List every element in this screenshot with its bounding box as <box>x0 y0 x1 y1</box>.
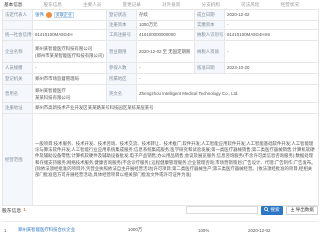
subscribed-amount: 1000万 <box>126 221 196 238</box>
shareholder-section-header: 股东信息 1 搜索 导出数据 <box>2 203 318 217</box>
former-name-key: 曾用名 <box>2 84 33 103</box>
founded-key: 成立日期 <box>194 9 225 21</box>
former-name-line2: 某某科技有限公司 <box>35 94 71 100</box>
tab-key-personnel[interactable]: 主要人员 <box>81 1 121 8</box>
tab-shareholders[interactable]: 股东信息 <box>42 1 82 8</box>
authority-value: 郑州市市场监督管理局 <box>32 73 107 85</box>
empty-key <box>2 20 33 30</box>
business-info-table: 法定代表人 张伟 关联企业 登记状态 存续 成立日期 2020-12-02 注册… <box>2 9 319 206</box>
insured-value: - <box>136 62 195 74</box>
credit-code-value: 91410100MA9G4H <box>32 29 107 41</box>
capital-key: 注册资本 <box>106 20 137 30</box>
tab-investments[interactable]: 对外投资 <box>160 1 200 8</box>
export-button[interactable]: 导出数据 <box>285 205 318 215</box>
info-row: 统一社会信用代码 91410100MA9G4H 工商注册号 4101000000… <box>2 29 319 41</box>
address-value: 郑州市高新技术产业开发区某某路某号科技园区某栋某层某号 <box>32 102 319 114</box>
region-value: - <box>136 73 319 85</box>
legal-rep-key: 法定代表人 <box>2 9 33 21</box>
subscribed-date: 2020-12-02 <box>246 221 318 238</box>
info-row: 注册资本 1000万元 实缴资本 - <box>2 20 319 30</box>
info-row: 法定代表人 张伟 关联企业 登记状态 存续 成立日期 2020-12-02 <box>2 9 319 21</box>
info-row: 经营范围 一般项目:技术服务、技术开发、技术咨询、技术交流、技术转让、技术推广;… <box>2 113 319 206</box>
status-value: 存续 <box>136 9 195 21</box>
former-name-line1: 郑州某智能医疗 <box>35 87 66 93</box>
legal-rep-name[interactable]: 张伟 <box>35 12 44 18</box>
download-icon <box>290 207 295 213</box>
export-button-label: 导出数据 <box>295 207 314 212</box>
region-key: 所属地区 <box>106 73 137 85</box>
tab-change-records[interactable]: 变更记录 <box>121 1 161 8</box>
credit-code-key: 统一社会信用代码 <box>2 29 33 41</box>
table-row[interactable]: 1 郑州某智能医疗科技合伙企业 1000万 100% 2020-12-02 <box>2 221 318 238</box>
info-row: 注册地址 郑州市高新技术产业开发区某某路某号科技园区某栋某层某号 <box>2 102 319 114</box>
shareholder-name-link[interactable]: 郑州某智能医疗科技合伙企业 <box>16 221 126 238</box>
tax-id-value: 91410100MA9G4HX6 <box>224 29 319 41</box>
company-name-line2: (郑州市某某智能医疗科技有限公司) <box>35 52 104 58</box>
search-button[interactable]: 搜索 <box>261 205 283 215</box>
staff-size-key: 人员规模 <box>2 62 33 74</box>
tab-legal-risk[interactable]: 司法风险 <box>239 1 279 8</box>
section-title: 股东信息 <box>2 208 22 214</box>
founded-value: 2020-12-02 <box>224 9 319 21</box>
company-name-key: 企业名称 <box>2 40 33 63</box>
tax-id-key: 纳税人识别号 <box>194 29 225 41</box>
info-row: 曾用名 郑州某智能医疗 某某科技有限公司 英文名 Zhengzhou Intel… <box>2 84 319 103</box>
approved-key: 核准日期 <box>194 62 225 74</box>
section-count: 1 <box>23 207 26 213</box>
info-row: 人员规模 - 参保人数 - 核准日期 2023-10-20 <box>2 62 319 74</box>
share-ratio: 100% <box>196 221 246 238</box>
reg-no-key: 工商注册号 <box>106 29 137 41</box>
status-key: 登记状态 <box>106 9 137 21</box>
paid-capital-key: 实缴资本 <box>194 20 225 30</box>
former-name-cell: 郑州某智能医疗 某某科技有限公司 <box>32 84 107 103</box>
legal-rep-cell: 张伟 关联企业 <box>32 9 107 21</box>
tab-basic-info[interactable]: 基本信息 <box>2 1 42 8</box>
tax-qual-value: - <box>224 40 319 63</box>
company-name-cell: 郑州某智能医疗科技有限公司 (郑州市某某智能医疗科技有限公司) <box>32 40 107 63</box>
tab-operations[interactable]: 经营状况 <box>279 1 319 8</box>
scope-key: 经营范围 <box>2 113 33 206</box>
related-companies-tag[interactable]: 关联企业 <box>53 11 74 19</box>
authority-key: 登记机关 <box>2 73 33 85</box>
search-input[interactable] <box>186 206 259 214</box>
english-name-key: 英文名 <box>106 84 137 103</box>
paid-capital-value: - <box>224 20 319 30</box>
empty-value <box>32 20 107 30</box>
info-row: 登记机关 郑州市市场监督管理局 所属地区 - <box>2 73 319 85</box>
reg-no-value: 410100000000000 <box>136 29 195 41</box>
business-scope-value: 一般项目:技术服务、技术开发、技术咨询、技术交流、技术转让、技术推广;软件开发;… <box>32 113 319 206</box>
term-key: 营业期限 <box>106 40 137 63</box>
shareholder-table: 1 郑州某智能医疗科技合伙企业 1000万 100% 2020-12-02 <box>2 221 318 238</box>
row-index: 1 <box>2 221 16 238</box>
search-icon <box>264 207 270 213</box>
staff-size-value: - <box>32 62 107 74</box>
capital-value: 1000万元 <box>136 20 195 30</box>
search-button-label: 搜索 <box>270 207 280 212</box>
tax-qual-key: 纳税人资质 <box>194 40 225 63</box>
approved-value: 2023-10-20 <box>224 62 319 74</box>
address-key: 注册地址 <box>2 102 33 114</box>
term-value: 2020-12-02 至 无固定期限 <box>136 40 195 63</box>
tab-branches[interactable]: 分支机构 <box>200 1 240 8</box>
avatar <box>45 12 52 18</box>
tab-bar: 基本信息 股东信息 主要人员 变更记录 对外投资 分支机构 司法风险 经营状况 <box>2 1 318 8</box>
english-name-value: Zhengzhou Intelligent Medical Technology… <box>136 84 319 103</box>
insured-key: 参保人数 <box>106 62 137 74</box>
company-name-line1: 郑州某智能医疗科技有限公司 <box>35 45 93 51</box>
info-row: 企业名称 郑州某智能医疗科技有限公司 (郑州市某某智能医疗科技有限公司) 营业期… <box>2 40 319 63</box>
